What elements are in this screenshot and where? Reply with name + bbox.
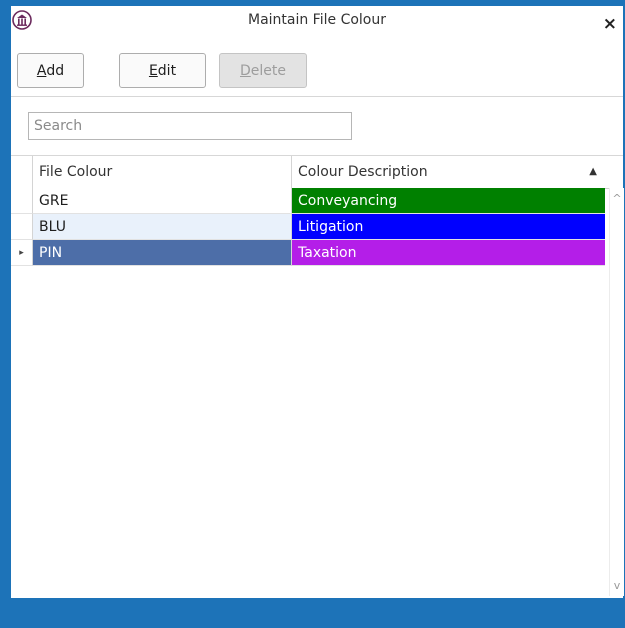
title-bar: Maintain File Colour × [11, 6, 623, 42]
sort-ascending-icon: ▲ [589, 166, 597, 177]
colour-description-cell: Taxation [292, 240, 605, 266]
table-row[interactable]: ▸ PIN Taxation [11, 240, 605, 266]
current-row-indicator-icon: ▸ [11, 240, 33, 266]
file-colour-cell: GRE [33, 188, 292, 214]
window-title: Maintain File Colour [247, 12, 386, 28]
vertical-scrollbar[interactable]: ^ v [609, 188, 624, 596]
scroll-down-icon[interactable]: v [610, 579, 624, 592]
search-input[interactable] [28, 112, 352, 140]
edit-button-label: dit [157, 62, 177, 79]
row-indicator [11, 188, 33, 214]
row-indicator-header [11, 156, 33, 188]
file-colour-cell: PIN [33, 240, 292, 266]
grid-header: File Colour Colour Description ▲ [11, 156, 609, 189]
delete-button[interactable]: Delete [219, 53, 307, 88]
close-icon[interactable]: × [603, 14, 617, 34]
add-button-mnemonic: A [36, 62, 47, 79]
colour-description-cell: Conveyancing [292, 188, 605, 214]
maintain-file-colour-window: Maintain File Colour × Add Edit Delete F… [0, 0, 625, 628]
column-header-file-colour[interactable]: File Colour [33, 156, 292, 188]
window-frame-left [0, 0, 11, 628]
edit-button-mnemonic: E [148, 62, 158, 79]
row-indicator [11, 214, 33, 240]
edit-button[interactable]: Edit [119, 53, 206, 88]
table-row[interactable]: BLU Litigation [11, 214, 605, 240]
delete-button-mnemonic: D [240, 62, 251, 79]
colour-description-cell: Litigation [292, 214, 605, 240]
file-colour-grid: File Colour Colour Description ▲ GRE Con… [11, 156, 624, 596]
delete-button-label: elete [250, 62, 286, 79]
toolbar: Add Edit Delete [11, 42, 623, 97]
file-colour-cell: BLU [33, 214, 292, 240]
add-button[interactable]: Add [17, 53, 84, 88]
scroll-up-icon[interactable]: ^ [610, 192, 624, 205]
column-header-colour-description[interactable]: Colour Description ▲ [292, 156, 609, 188]
add-button-label: dd [46, 62, 65, 79]
column-header-colour-description-label: Colour Description [298, 164, 428, 180]
table-row[interactable]: GRE Conveyancing [11, 188, 605, 214]
search-area [11, 97, 623, 156]
status-bar [11, 598, 623, 628]
